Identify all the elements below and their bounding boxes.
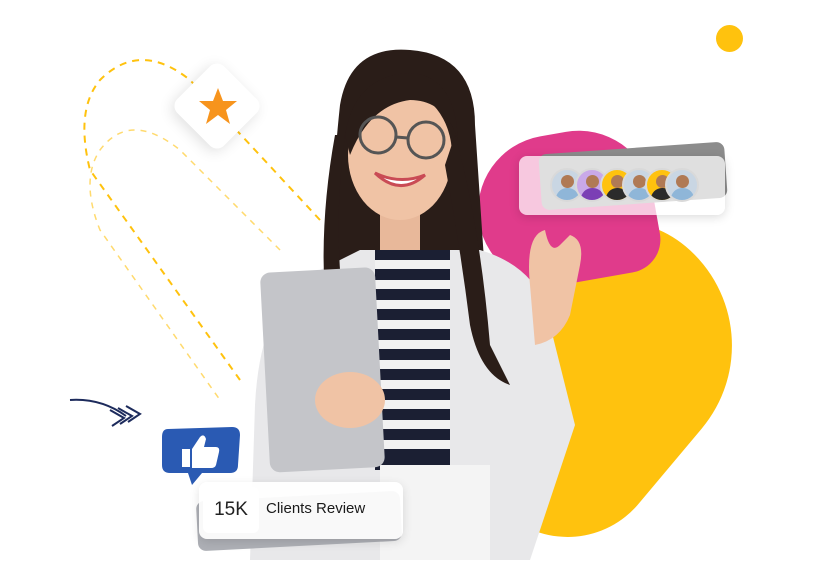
avatar-6 — [665, 168, 699, 202]
decorative-yellow-dot — [716, 25, 743, 52]
chevrons-right-icon — [69, 398, 142, 427]
clients-review-count: 15K — [203, 487, 259, 533]
thumbs-up-icon — [162, 427, 240, 485]
clients-review-label: Clients Review — [266, 500, 366, 517]
